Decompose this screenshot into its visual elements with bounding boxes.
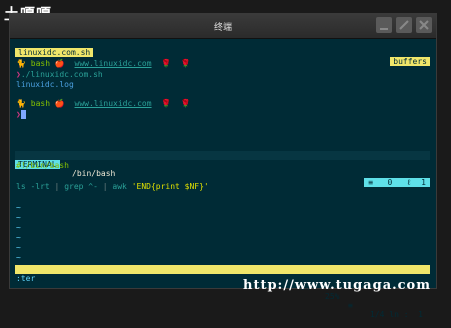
output-text: linuxidc.log xyxy=(16,80,74,89)
cat-icon: 🐈 xyxy=(16,99,26,108)
rose-icon: 🌹 xyxy=(161,59,172,68)
tab-buffers[interactable]: buffers xyxy=(390,57,430,66)
terminal-path: /bin/bash xyxy=(72,169,116,178)
awk-arg: 'END{print $NF}' xyxy=(131,182,209,191)
editor-line-1: #!/bin/bash xyxy=(16,161,69,171)
empty-line-marker: ~ xyxy=(16,213,21,222)
terminal-position: ≡ 0 ℓ 1 xyxy=(364,178,430,187)
rose-icon-2: 🌹 xyxy=(180,99,191,108)
close-button[interactable] xyxy=(416,17,432,33)
status-percent: 25% xyxy=(325,292,340,301)
maximize-icon xyxy=(399,20,409,30)
active-prompt-line[interactable]: ❯ xyxy=(16,110,26,120)
command-line: ❯./linuxidc.com.sh xyxy=(16,70,103,80)
empty-line-marker: ~ xyxy=(16,253,21,262)
terminal-statusline: TERMINAL /bin/bash ≡ 0 ℓ 1 xyxy=(15,151,430,187)
host-link[interactable]: www.linuxidc.com xyxy=(75,99,152,108)
output-line: linuxidc.log xyxy=(16,80,74,90)
status-position: 1/4 ln : 1 xyxy=(370,310,423,319)
cmd-grep: grep ^- xyxy=(64,182,98,191)
prompt-line-1: 🐈 bash 🍎 www.linuxidc.com 🌹 🌹 xyxy=(16,59,191,69)
prompt-line-2: 🐈 bash 🍎 www.linuxidc.com 🌹 🌹 xyxy=(16,99,191,109)
watermark-url: http://www.tugaga.com xyxy=(243,278,431,293)
tabline: linuxidc.com.sh buffers xyxy=(15,39,430,66)
empty-line-marker: ~ xyxy=(16,223,21,232)
editor-line-3: ls -lrt | grep ^- | awk 'END{print $NF}' xyxy=(16,182,209,192)
pipe-2: | xyxy=(102,182,108,191)
empty-line-marker: ~ xyxy=(16,203,21,212)
rose-icon: 🌹 xyxy=(161,99,172,108)
minimize-icon xyxy=(380,28,388,30)
cmd-awk: awk xyxy=(112,182,127,191)
close-icon xyxy=(419,20,429,30)
window-titlebar: 终端 xyxy=(10,14,436,39)
menu-icon: ≡ xyxy=(348,301,353,310)
minimize-button[interactable] xyxy=(376,17,392,33)
shebang: #!/bin/bash xyxy=(16,161,69,170)
command-text: ./linuxidc.com.sh xyxy=(20,70,103,79)
tab-current-file[interactable]: linuxidc.com.sh xyxy=(15,48,94,57)
cat-icon: 🐈 xyxy=(16,59,26,68)
terminal-window: 终端 linuxidc.com.sh buffers 🐈 bash 🍎 www.… xyxy=(9,13,437,319)
host-link[interactable]: www.linuxidc.com xyxy=(75,59,152,68)
text-cursor xyxy=(20,110,26,119)
rose-icon-2: 🌹 xyxy=(180,59,191,68)
apple-icon: 🍎 xyxy=(54,59,65,68)
window-title: 终端 xyxy=(213,23,232,33)
cmd-ls: ls -lrt xyxy=(16,182,50,191)
empty-line-marker: ~ xyxy=(16,243,21,252)
command-line-input[interactable]: :ter xyxy=(16,274,35,284)
maximize-button[interactable] xyxy=(396,17,412,33)
empty-line-marker: ~ xyxy=(16,233,21,242)
pipe-1: | xyxy=(54,182,60,191)
editor-statusline: linuxidc.com.sh sh 25% ≡ 1/4 ln : 1 xyxy=(15,265,430,319)
shell-name: bash xyxy=(30,99,51,108)
apple-icon: 🍎 xyxy=(54,99,65,108)
shell-name: bash xyxy=(30,59,51,68)
